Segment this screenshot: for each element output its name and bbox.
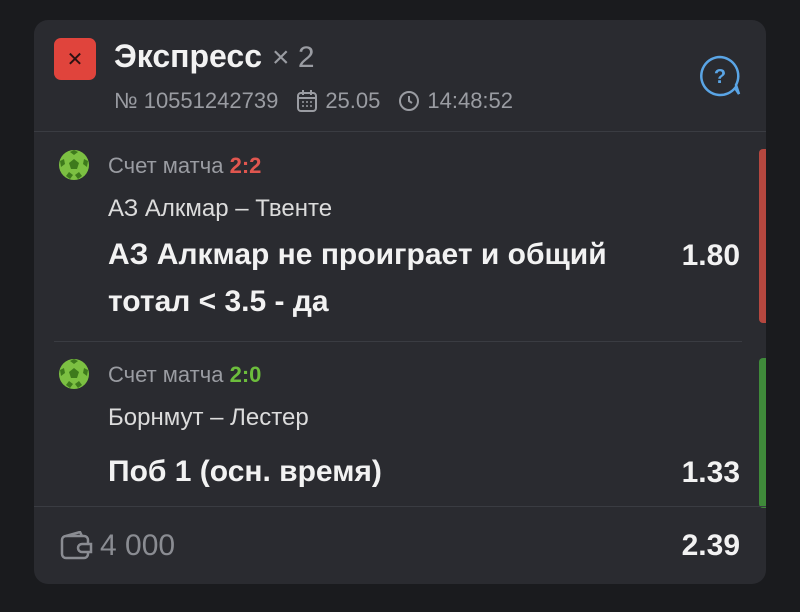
close-icon: ✕ xyxy=(54,38,96,80)
score-label: Счет матча xyxy=(108,153,224,178)
clock-icon xyxy=(399,91,420,111)
score-line: Счет матча 2:0 xyxy=(108,362,261,388)
match-teams: АЗ Алкмар – Твенте xyxy=(108,195,333,222)
bet-ticket-card: ✕ Экспресс × 2 № 10551242739 25.05 14:48… xyxy=(34,20,766,584)
bet-odds: 1.33 xyxy=(681,456,740,489)
score-value: 2:2 xyxy=(229,153,262,178)
help-icon[interactable]: ? xyxy=(698,54,742,98)
bet-odds: 1.80 xyxy=(681,239,740,272)
lost-indicator xyxy=(759,149,766,323)
stake-amount: 4 000 xyxy=(100,529,176,562)
won-indicator xyxy=(759,358,766,508)
svg-text:?: ? xyxy=(714,66,726,88)
football-icon xyxy=(59,359,89,389)
total-odds: 2.39 xyxy=(681,529,740,562)
football-icon xyxy=(59,150,89,180)
ticket-footer: 4 000 2.39 xyxy=(34,506,766,584)
date-value: 25.05 xyxy=(325,88,381,113)
ticket-header: ✕ Экспресс × 2 № 10551242739 25.05 14:48… xyxy=(34,20,766,132)
bet-item: Счет матча 2:2 АЗ Алкмар – Твенте АЗ Алк… xyxy=(34,133,766,342)
ticket-time: 14:48:52 xyxy=(398,88,513,114)
ticket-title: Экспресс xyxy=(114,38,262,74)
ticket-multiplier: × 2 xyxy=(272,41,315,74)
match-teams: Борнмут – Лестер xyxy=(108,404,309,431)
ticket-date: 25.05 xyxy=(296,88,380,114)
bet-outcome: Поб 1 (осн. время) xyxy=(108,455,382,488)
ticket-meta: № 10551242739 25.05 14:48:52 xyxy=(114,88,513,114)
time-value: 14:48:52 xyxy=(427,88,514,113)
score-label: Счет матча xyxy=(108,362,224,387)
bet-item: Счет матча 2:0 Борнмут – Лестер Поб 1 (о… xyxy=(34,342,766,508)
score-value: 2:0 xyxy=(229,362,262,387)
calendar-icon xyxy=(297,90,318,112)
ticket-number: № 10551242739 xyxy=(114,88,279,113)
wallet-icon xyxy=(60,531,93,560)
score-line: Счет матча 2:2 xyxy=(108,153,261,179)
title-row: Экспресс × 2 xyxy=(114,38,315,75)
bet-outcome: АЗ Алкмар не проиграет и общий тотал < 3… xyxy=(108,238,607,318)
